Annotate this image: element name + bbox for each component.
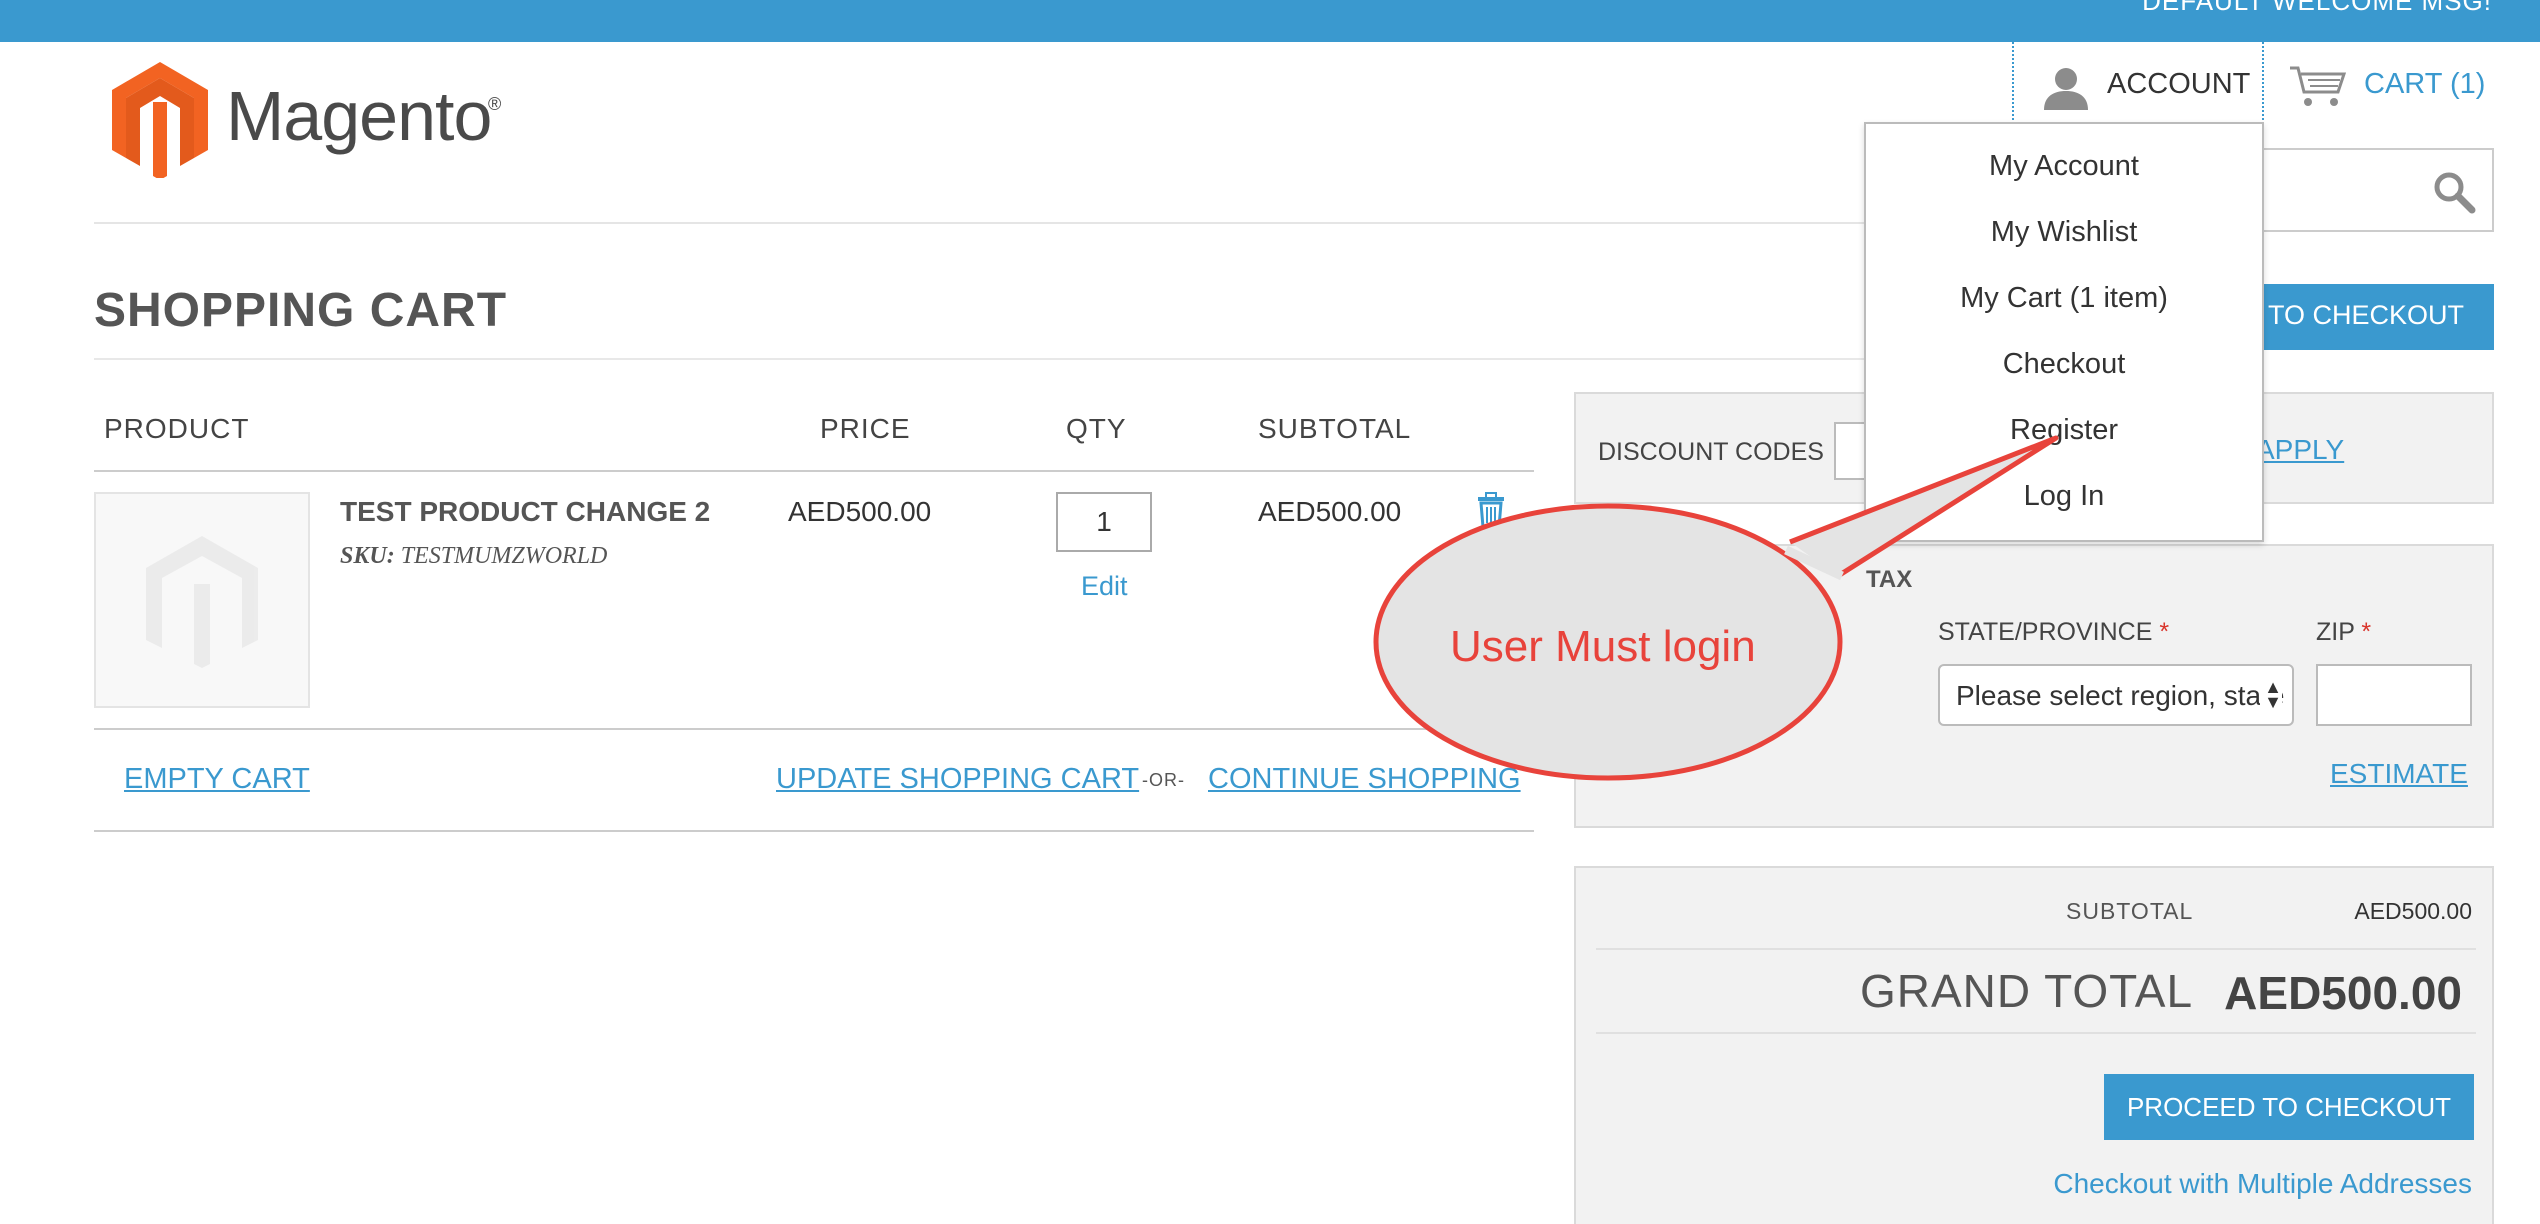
magento-logo-icon (112, 62, 208, 180)
header-divider (94, 222, 1994, 224)
zip-label-text: ZIP (2316, 618, 2355, 646)
column-header-qty: QTY (1066, 413, 1127, 444)
column-header-subtotal: SUBTOTAL (1258, 413, 1412, 444)
menu-item-checkout[interactable]: Checkout (1866, 348, 2262, 381)
zip-label: ZIP * (2316, 618, 2371, 647)
item-row-divider (94, 728, 1534, 730)
update-cart-link[interactable]: UPDATE SHOPPING CART (776, 763, 1139, 796)
logo-wordmark: Magento (226, 77, 492, 155)
product-sku: SKU: TESTMUMZWORLD (340, 543, 607, 570)
cart-label: CART (1) (2364, 68, 2486, 100)
proceed-to-checkout-button[interactable]: PROCEED TO CHECKOUT (2104, 1074, 2474, 1140)
placeholder-logo-icon (146, 536, 258, 668)
required-marker: * (2361, 618, 2372, 646)
empty-cart-link[interactable]: EMPTY CART (124, 763, 310, 796)
quantity-input[interactable]: 1 (1056, 492, 1152, 552)
search-input[interactable] (2230, 148, 2494, 232)
totals-panel: SUBTOTAL AED500.00 GRAND TOTAL AED500.00… (1574, 866, 2494, 1224)
search-icon[interactable] (2432, 170, 2476, 214)
edit-item-link[interactable]: Edit (1081, 571, 1128, 602)
totals-divider (1596, 948, 2476, 950)
callout-annotation: User Must login (1370, 435, 2059, 790)
select-arrows-icon: ▲▼ (2260, 678, 2282, 711)
subtotal-value: AED500.00 (2354, 898, 2472, 924)
top-welcome-bar: DEFAULT WELCOME MSG! (0, 0, 2540, 42)
menu-item-register[interactable]: Register (1866, 414, 2262, 447)
column-header-product: PRODUCT (104, 413, 250, 444)
required-marker: * (2159, 618, 2170, 646)
logo[interactable]: Magento ® (108, 58, 528, 180)
menu-item-my-account[interactable]: My Account (1866, 150, 2262, 183)
callout-text: User Must login (1450, 622, 1756, 671)
menu-item-my-cart[interactable]: My Cart (1 item) (1866, 282, 2262, 315)
speech-bubble-shape (1373, 435, 2059, 781)
grand-total-value: AED500.00 (2224, 967, 2462, 1019)
sku-value: TESTMUMZWORLD (400, 543, 608, 569)
sku-label: SKU: (340, 543, 395, 569)
product-price: AED500.00 (788, 496, 932, 527)
actions-divider (94, 830, 1534, 832)
cart-icon (2290, 66, 2346, 106)
or-separator: -OR- (1142, 770, 1185, 790)
title-divider (94, 358, 1994, 360)
zip-input[interactable] (2316, 664, 2472, 726)
page-title: SHOPPING CART (94, 284, 508, 337)
estimate-link[interactable]: ESTIMATE (2330, 758, 2468, 790)
subtotal-label: SUBTOTAL (2066, 898, 2194, 924)
account-toggle[interactable]: ACCOUNT (2012, 42, 2264, 124)
column-header-price: PRICE (820, 413, 911, 444)
checkout-multiple-addresses-link[interactable]: Checkout with Multiple Addresses (2053, 1168, 2472, 1200)
table-header-divider (94, 470, 1534, 472)
grand-total-label: GRAND TOTAL (1860, 965, 2194, 1017)
menu-item-my-wishlist[interactable]: My Wishlist (1866, 216, 2262, 249)
product-name[interactable]: TEST PRODUCT CHANGE 2 (340, 496, 710, 528)
mini-cart-link[interactable]: CART (1) (2288, 64, 2528, 108)
product-thumbnail[interactable] (94, 492, 310, 708)
user-icon (2044, 68, 2088, 110)
account-label: ACCOUNT (2107, 68, 2251, 100)
proceed-to-checkout-top-button[interactable]: PROCEED TO CHECKOUT (2127, 284, 2494, 350)
welcome-message: DEFAULT WELCOME MSG! (2142, 0, 2492, 16)
logo-registered-mark: ® (488, 94, 502, 114)
apply-discount-link[interactable]: APPLY (2256, 434, 2344, 466)
totals-divider (1596, 1032, 2476, 1034)
